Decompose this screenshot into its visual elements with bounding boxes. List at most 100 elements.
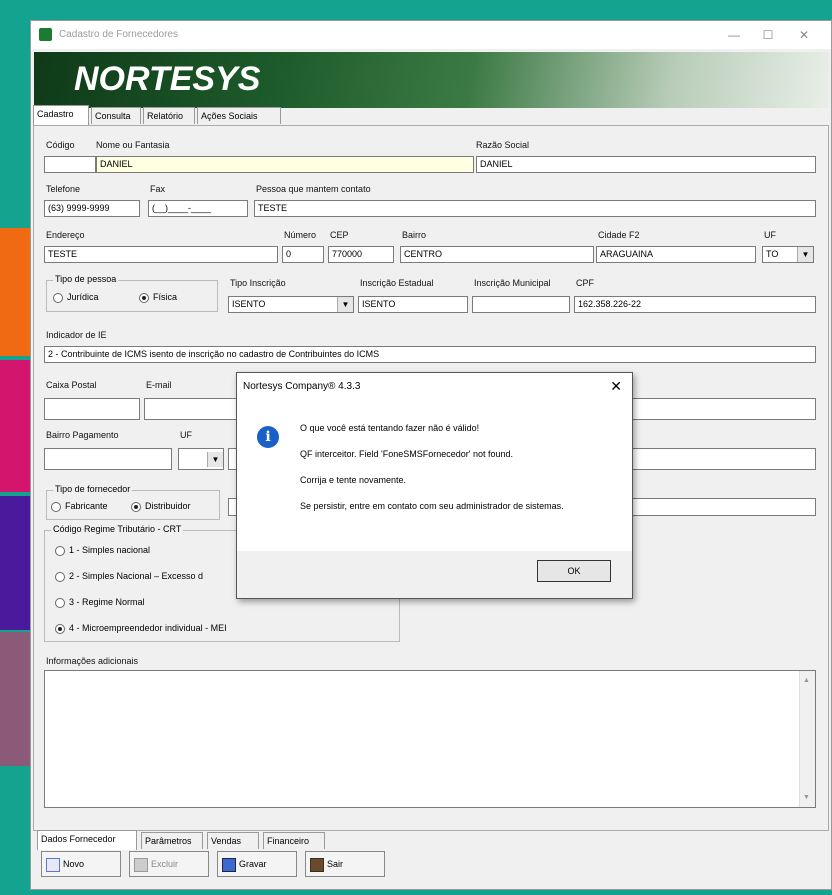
minimize-button[interactable]: — bbox=[719, 26, 749, 44]
trash-icon bbox=[134, 857, 148, 872]
radio-crt-1[interactable]: 1 - Simples nacional bbox=[55, 545, 150, 556]
desktop-strip-purple bbox=[0, 496, 30, 630]
novo-label: Novo bbox=[63, 859, 85, 869]
gravar-label: Gravar bbox=[239, 859, 267, 869]
cep-input[interactable]: 770000 bbox=[328, 246, 394, 263]
tipo-inscricao-label: Tipo Inscrição bbox=[230, 278, 286, 288]
novo-button[interactable]: Novo bbox=[41, 851, 121, 877]
brand-banner: NORTESYS bbox=[34, 52, 829, 108]
brand-logo: NORTESYS bbox=[74, 60, 261, 98]
indicador-label: Indicador de IE bbox=[46, 330, 107, 340]
scrollbar[interactable]: ▲ ▼ bbox=[799, 671, 815, 807]
telefone-label: Telefone bbox=[46, 184, 81, 194]
radio-juridica-label: Jurídica bbox=[67, 292, 99, 302]
tab-dados-fornecedor[interactable]: Dados Fornecedor bbox=[37, 830, 137, 850]
tipo-pessoa-title: Tipo de pessoa bbox=[53, 274, 119, 284]
ok-button[interactable]: OK bbox=[537, 560, 611, 582]
chevron-down-icon[interactable]: ▼ bbox=[337, 297, 353, 312]
info-textarea[interactable]: ▲ ▼ bbox=[44, 670, 816, 808]
tipo-pessoa-group: Tipo de pessoa Jurídica Física bbox=[46, 274, 218, 312]
numero-label: Número bbox=[284, 230, 317, 240]
scroll-up-icon[interactable]: ▲ bbox=[803, 673, 810, 688]
radio-crt-2[interactable]: 2 - Simples Nacional – Excesso d bbox=[55, 571, 203, 582]
desktop-strip-magenta bbox=[0, 360, 30, 492]
ie-input[interactable]: ISENTO bbox=[358, 296, 468, 313]
sair-button[interactable]: Sair bbox=[305, 851, 385, 877]
desktop-strip-mauve bbox=[0, 632, 30, 766]
bairro-pag-input[interactable] bbox=[44, 448, 172, 470]
tab-consulta[interactable]: Consulta bbox=[91, 107, 141, 124]
radio-crt-2-label: 2 - Simples Nacional – Excesso d bbox=[69, 571, 204, 581]
tab-vendas[interactable]: Vendas bbox=[207, 832, 259, 849]
caixa-postal-label: Caixa Postal bbox=[46, 380, 97, 390]
fax-input[interactable]: (__)____-____ bbox=[148, 200, 248, 217]
tab-relatorio[interactable]: Relatório bbox=[143, 107, 195, 124]
crt-title: Código Regime Tributário - CRT bbox=[51, 524, 184, 534]
uf-select[interactable]: TO ▼ bbox=[762, 246, 814, 263]
dialog-body: i O que você está tentando fazer não é v… bbox=[237, 399, 632, 551]
scroll-down-icon[interactable]: ▼ bbox=[803, 790, 810, 805]
chevron-down-icon[interactable]: ▼ bbox=[797, 247, 813, 262]
excluir-label: Excluir bbox=[151, 859, 179, 869]
caixa-postal-input[interactable] bbox=[44, 398, 140, 420]
tab-acoes-sociais[interactable]: Ações Sociais bbox=[197, 107, 281, 124]
tab-parametros[interactable]: Parâmetros bbox=[141, 832, 203, 849]
cpf-label: CPF bbox=[576, 278, 594, 288]
contato-input[interactable]: TESTE bbox=[254, 200, 816, 217]
cpf-input[interactable]: 162.358.226-22 bbox=[574, 296, 816, 313]
radio-fabricante-label: Fabricante bbox=[65, 501, 108, 511]
button-bar: Novo Excluir Gravar Sair bbox=[33, 851, 829, 885]
fax-label: Fax bbox=[150, 184, 166, 194]
chevron-down-icon[interactable]: ▼ bbox=[207, 452, 223, 467]
razao-input[interactable]: DANIEL bbox=[476, 156, 816, 173]
codigo-label: Código bbox=[46, 140, 75, 150]
dialog-message-2: QF interceitor. Field 'FoneSMSFornecedor… bbox=[300, 449, 514, 459]
im-input[interactable] bbox=[472, 296, 570, 313]
endereco-label: Endereço bbox=[46, 230, 85, 240]
radio-fabricante[interactable]: Fabricante bbox=[51, 501, 108, 512]
cidade-input[interactable]: ARAGUAINA bbox=[596, 246, 756, 263]
nome-label: Nome ou Fantasia bbox=[96, 140, 170, 150]
info-label: Informações adicionais bbox=[46, 656, 139, 666]
dialog-message-1: O que você está tentando fazer não é vál… bbox=[300, 423, 480, 433]
excluir-button[interactable]: Excluir bbox=[129, 851, 209, 877]
tipo-fornecedor-title: Tipo de fornecedor bbox=[53, 484, 133, 494]
uf-value: TO bbox=[766, 249, 779, 259]
new-file-icon bbox=[46, 857, 60, 872]
tipo-inscricao-select[interactable]: ISENTO ▼ bbox=[228, 296, 354, 313]
codigo-input[interactable] bbox=[44, 156, 96, 173]
radio-crt-3-label: 3 - Regime Normal bbox=[69, 597, 145, 607]
numero-input[interactable]: 0 bbox=[282, 246, 324, 263]
app-icon bbox=[39, 28, 52, 41]
radio-distribuidor[interactable]: Distribuidor bbox=[131, 501, 191, 512]
tipo-fornecedor-group: Tipo de fornecedor Fabricante Distribuid… bbox=[46, 484, 220, 520]
razao-label: Razão Social bbox=[476, 140, 530, 150]
im-label: Inscrição Municipal bbox=[474, 278, 551, 288]
nome-input[interactable]: DANIEL bbox=[96, 156, 474, 173]
tipo-inscricao-value: ISENTO bbox=[232, 299, 266, 309]
indicador-select[interactable]: 2 - Contribuinte de ICMS isento de inscr… bbox=[44, 346, 816, 363]
telefone-input[interactable]: (63) 9999-9999 bbox=[44, 200, 140, 217]
radio-juridica[interactable]: Jurídica bbox=[53, 292, 99, 303]
dialog-close-button[interactable]: ✕ bbox=[610, 378, 622, 395]
radio-crt-4[interactable]: 4 - Microempreendedor individual - MEI bbox=[55, 623, 227, 634]
radio-crt-1-label: 1 - Simples nacional bbox=[69, 545, 151, 555]
error-dialog: Nortesys Company® 4.3.3 ✕ i O que você e… bbox=[236, 372, 633, 599]
save-icon bbox=[222, 857, 236, 872]
radio-fisica[interactable]: Física bbox=[139, 292, 177, 303]
radio-fisica-label: Física bbox=[153, 292, 178, 302]
tab-financeiro[interactable]: Financeiro bbox=[263, 832, 325, 849]
endereco-input[interactable]: TESTE bbox=[44, 246, 278, 263]
bairro-pag-label: Bairro Pagamento bbox=[46, 430, 119, 440]
close-button[interactable]: ✕ bbox=[789, 26, 819, 44]
gravar-button[interactable]: Gravar bbox=[217, 851, 297, 877]
cep-label: CEP bbox=[330, 230, 349, 240]
bairro-input[interactable]: CENTRO bbox=[400, 246, 594, 263]
uf2-label: UF bbox=[180, 430, 192, 440]
radio-crt-3[interactable]: 3 - Regime Normal bbox=[55, 597, 145, 608]
maximize-button[interactable]: ☐ bbox=[753, 26, 783, 44]
tab-cadastro[interactable]: Cadastro bbox=[33, 105, 89, 125]
radio-crt-4-label: 4 - Microempreendedor individual - MEI bbox=[69, 623, 227, 633]
window-title: Cadastro de Fornecedores bbox=[59, 29, 178, 40]
uf2-select[interactable]: ▼ bbox=[178, 448, 224, 470]
